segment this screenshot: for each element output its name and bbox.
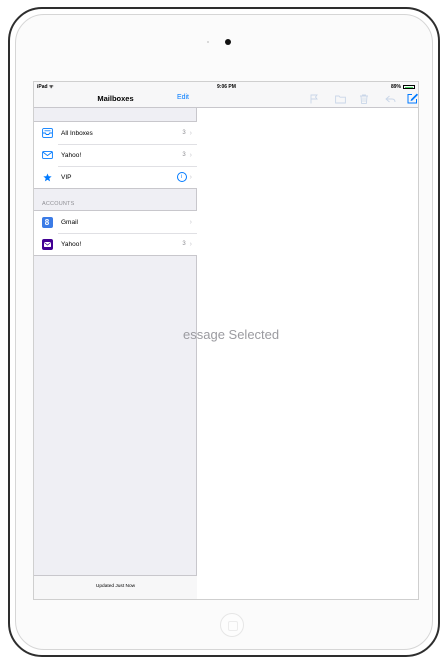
mailbox-list: All Inboxes 3 › Yahoo! 3 › VIP i › — [34, 121, 197, 189]
gmail-logo-icon: 8 — [41, 216, 53, 228]
chevron-right-icon: › — [189, 218, 192, 226]
mailbox-vip[interactable]: VIP i › — [34, 166, 197, 188]
battery-percent: 89% — [390, 84, 401, 90]
account-label: Gmail — [61, 218, 78, 226]
wifi-icon: ᯤ — [48, 84, 54, 90]
sidebar-title: Mailboxes — [97, 94, 134, 103]
unread-count: 3 — [182, 152, 186, 158]
front-camera — [225, 39, 231, 45]
device-name: iPad — [37, 84, 48, 90]
battery-icon — [403, 85, 415, 89]
unread-count: 3 — [182, 130, 186, 136]
trash-icon[interactable] — [359, 91, 369, 104]
chevron-right-icon: › — [189, 240, 192, 248]
message-detail-pane: essage Selected — [183, 82, 418, 599]
chevron-right-icon: › — [189, 129, 192, 137]
light-sensor — [207, 41, 209, 43]
account-gmail[interactable]: 8 Gmail › — [34, 211, 197, 233]
status-device: iPad ᯤ — [37, 84, 54, 90]
yahoo-logo-icon — [41, 238, 53, 250]
status-battery: 89% — [391, 84, 415, 90]
update-status: Updated Just Now — [95, 584, 136, 589]
sidebar-footer: Updated Just Now — [34, 575, 197, 599]
reply-icon[interactable] — [385, 91, 396, 103]
chevron-right-icon: › — [189, 173, 192, 181]
mailbox-all-inboxes[interactable]: All Inboxes 3 › — [34, 122, 197, 144]
home-button[interactable] — [220, 613, 244, 637]
mailbox-yahoo[interactable]: Yahoo! 3 › — [34, 144, 197, 166]
folder-icon[interactable] — [335, 91, 346, 104]
inbox-tray-icon — [40, 127, 54, 139]
info-icon[interactable]: i — [176, 172, 187, 182]
chevron-right-icon: › — [189, 151, 192, 159]
compose-icon[interactable] — [407, 91, 418, 104]
mailbox-label: All Inboxes — [61, 129, 93, 137]
screen: Mailboxes Edit All Inboxes 3 › Yahoo! 3 … — [33, 81, 419, 600]
flag-icon[interactable] — [309, 91, 319, 104]
star-icon — [40, 171, 54, 183]
account-label: Yahoo! — [61, 240, 82, 248]
no-message-selected-text: essage Selected — [183, 327, 280, 342]
account-yahoo[interactable]: Yahoo! 3 › — [34, 233, 197, 255]
envelope-icon — [40, 149, 54, 161]
mailbox-label: Yahoo! — [61, 151, 82, 159]
mailbox-label: VIP — [61, 173, 72, 181]
sidebar-header: Mailboxes Edit — [34, 82, 197, 108]
accounts-list: 8 Gmail › Yahoo! 3 › — [34, 210, 197, 256]
mailboxes-sidebar: Mailboxes Edit All Inboxes 3 › Yahoo! 3 … — [34, 82, 197, 599]
status-time: 9:06 PM — [217, 84, 236, 90]
edit-button[interactable]: Edit — [177, 94, 189, 101]
accounts-section-header: ACCOUNTS — [42, 201, 75, 207]
unread-count: 3 — [182, 241, 186, 247]
